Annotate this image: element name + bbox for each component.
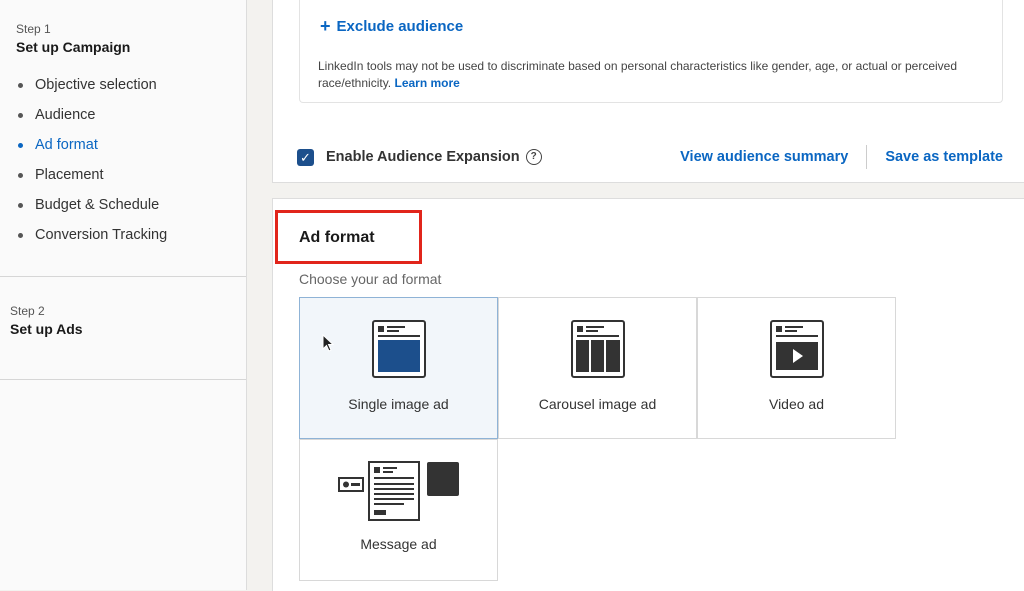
section-subtitle: Choose your ad format <box>299 271 442 287</box>
audience-expansion-row: ✓ Enable Audience Expansion ? View audie… <box>297 145 1003 169</box>
mouse-cursor-icon <box>322 334 334 352</box>
message-ad-card[interactable]: Message ad <box>299 439 498 581</box>
save-as-template-link[interactable]: Save as template <box>885 149 1003 165</box>
single-image-ad-card[interactable]: Single image ad <box>299 297 498 439</box>
divider <box>0 276 246 277</box>
message-ad-label: Message ad <box>360 536 437 552</box>
sidebar-item-placement[interactable]: Placement <box>16 166 167 196</box>
step-2-number: Step 2 <box>10 304 45 318</box>
audience-section: + Exclude audience LinkedIn tools may no… <box>272 0 1024 183</box>
single-image-ad-label: Single image ad <box>348 396 449 412</box>
single-image-ad-icon <box>371 320 426 378</box>
step-2-header[interactable]: Step 2 Set up Ads <box>10 304 83 337</box>
campaign-steps-sidebar: Step 1 Set up Campaign Objective selecti… <box>0 0 247 590</box>
step-1-header: Step 1 Set up Campaign <box>16 22 130 55</box>
bullet-icon <box>18 113 23 118</box>
bullet-icon <box>18 173 23 178</box>
bullet-icon <box>18 203 23 208</box>
divider <box>866 145 868 169</box>
view-audience-summary-link[interactable]: View audience summary <box>680 149 848 165</box>
exclude-audience-label: Exclude audience <box>336 18 464 35</box>
sidebar-item-label: Budget & Schedule <box>35 197 160 213</box>
step-1-number: Step 1 <box>16 22 51 36</box>
divider <box>0 379 246 380</box>
step-2-title: Set up Ads <box>10 321 83 337</box>
sidebar-item-label: Ad format <box>35 137 98 153</box>
bullet-icon <box>18 143 23 148</box>
carousel-image-ad-label: Carousel image ad <box>538 396 657 412</box>
video-ad-icon <box>769 320 824 378</box>
step-1-items: Objective selection Audience Ad format P… <box>16 76 167 256</box>
audience-expansion-label: Enable Audience Expansion <box>326 149 520 165</box>
ad-format-section: Ad format Choose your ad format Single i… <box>272 198 1024 591</box>
sidebar-item-conversion-tracking[interactable]: Conversion Tracking <box>16 226 167 256</box>
carousel-image-ad-card[interactable]: Carousel image ad <box>498 297 697 439</box>
message-ad-icon <box>337 461 459 521</box>
sidebar-item-budget-schedule[interactable]: Budget & Schedule <box>16 196 167 226</box>
video-ad-card[interactable]: Video ad <box>697 297 896 439</box>
sidebar-item-label: Audience <box>35 107 96 123</box>
sidebar-item-ad-format[interactable]: Ad format <box>16 136 167 166</box>
section-title: Ad format <box>299 229 375 246</box>
exclude-audience-button[interactable]: + Exclude audience <box>320 16 464 36</box>
step-1-title[interactable]: Set up Campaign <box>16 39 130 55</box>
bullet-icon <box>18 83 23 88</box>
plus-icon: + <box>320 16 331 36</box>
exclude-audience-panel: + Exclude audience LinkedIn tools may no… <box>299 0 1003 103</box>
sidebar-item-label: Placement <box>35 167 104 183</box>
bullet-icon <box>18 233 23 238</box>
video-ad-label: Video ad <box>768 396 824 412</box>
help-icon[interactable]: ? <box>525 149 542 165</box>
sidebar-item-label: Conversion Tracking <box>35 227 168 243</box>
discrimination-disclaimer: LinkedIn tools may not be used to discri… <box>318 58 988 92</box>
learn-more-link[interactable]: Learn more <box>395 76 460 90</box>
carousel-image-ad-icon <box>570 320 625 378</box>
sidebar-item-audience[interactable]: Audience <box>16 106 167 136</box>
audience-expansion-checkbox[interactable]: ✓ <box>297 148 314 166</box>
sidebar-item-label: Objective selection <box>35 77 157 93</box>
sidebar-item-objective-selection[interactable]: Objective selection <box>16 76 167 106</box>
